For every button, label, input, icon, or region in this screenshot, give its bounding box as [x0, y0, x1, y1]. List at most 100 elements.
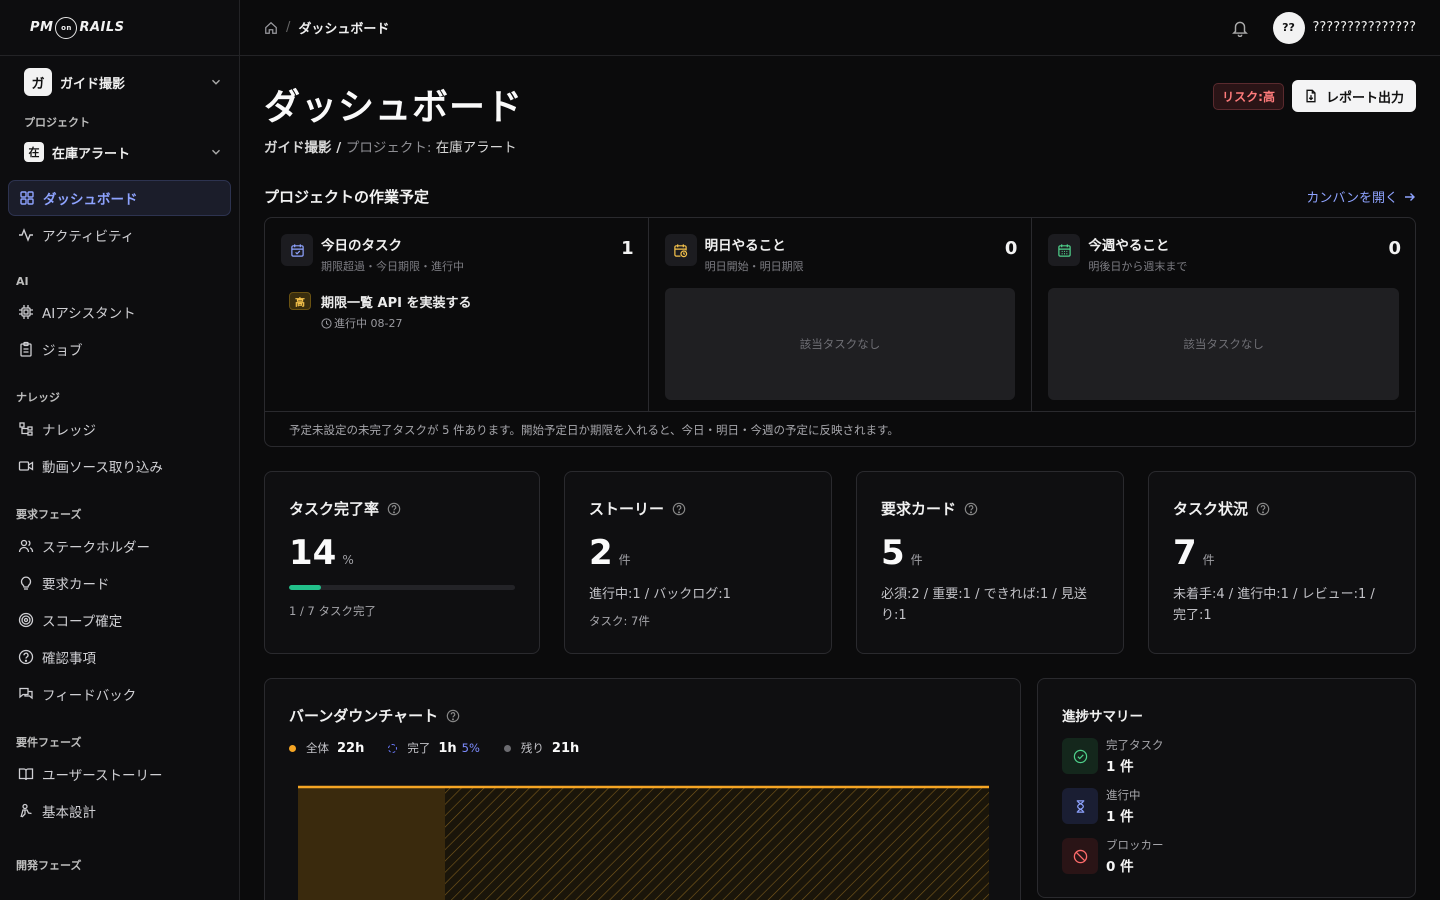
- legend-total-dot: [289, 744, 296, 752]
- completion-progress-bar: [289, 585, 515, 590]
- workspace-avatar: ガ: [24, 68, 52, 96]
- stat-number: 2: [589, 533, 613, 573]
- open-kanban-link[interactable]: カンバンを開く: [1306, 187, 1416, 206]
- summary-label: ブロッカー: [1106, 838, 1164, 852]
- subtitle-project: 在庫アラート: [435, 140, 517, 156]
- ban-icon: [1073, 849, 1087, 863]
- clipboard-icon: [20, 341, 32, 357]
- week-header: 今週やること 明後日から週末まで: [1048, 234, 1399, 274]
- home-icon[interactable]: [264, 21, 278, 35]
- stat-unit: %: [342, 553, 354, 567]
- chevron-down-icon: [212, 79, 220, 85]
- legend-done: 完了 1h 5%: [388, 740, 480, 756]
- legend-total-value: 22h: [337, 740, 365, 756]
- sidebar-item-requirement-cards[interactable]: 要求カード: [8, 565, 231, 601]
- subtitle-workspace: ガイド撮影: [264, 140, 332, 156]
- summary-title: 進捗サマリー: [1062, 709, 1143, 725]
- logo-on-badge: on: [55, 16, 78, 39]
- stat-title: ストーリー: [589, 498, 807, 519]
- task-meta-text: 進行中 08-27: [334, 317, 403, 330]
- sidebar-item-label: 確認事項: [42, 651, 96, 667]
- sidebar-item-basic-design[interactable]: 基本設計: [8, 793, 231, 829]
- user-avatar[interactable]: ??: [1272, 11, 1305, 44]
- tomorrow-empty-state: 該当タスクなし: [664, 288, 1016, 400]
- sidebar-item-scope[interactable]: スコープ確定: [8, 602, 231, 638]
- bell-icon[interactable]: [1231, 19, 1249, 37]
- sidebar-item-label: ステークホルダー: [42, 540, 150, 556]
- project-label: プロジェクト: [24, 116, 90, 129]
- today-header: 今日のタスク 期限超過・今日期限・進行中: [281, 234, 632, 274]
- stats-row: タスク完了率 14 % 1 / 7 タスク完了 ストーリー 2 件 進行中:1 …: [264, 471, 1416, 654]
- sidebar: PM on RAILS ガ ガイド撮影 プロジェクト 在 在庫アラート ダッシュ…: [0, 0, 240, 900]
- sidebar-item-jobs[interactable]: ジョブ: [8, 331, 231, 367]
- summary-label: 完了タスク: [1106, 738, 1164, 752]
- summary-item-in-progress: 進行中 1 件: [1062, 787, 1391, 825]
- burndown-future-area: [445, 787, 989, 900]
- sidebar-item-dashboard[interactable]: ダッシュボード: [8, 180, 231, 216]
- breadcrumb-separator: /: [286, 20, 291, 35]
- summary-done-text: 完了タスク 1 件: [1106, 737, 1164, 775]
- sidebar-item-stakeholders[interactable]: ステークホルダー: [8, 528, 231, 564]
- chat-icon: [19, 687, 33, 700]
- page-title: ダッシュボード: [264, 87, 524, 128]
- sidebar-item-label: ジョブ: [42, 343, 83, 359]
- sidebar-item-questions[interactable]: 確認事項: [8, 639, 231, 675]
- help-icon[interactable]: [446, 709, 460, 723]
- sidebar-item-user-stories[interactable]: ユーザーストーリー: [8, 756, 231, 792]
- stat-title: タスク完了率: [289, 498, 515, 519]
- clock-icon: [321, 317, 332, 329]
- sidebar-item-label: フィードバック: [42, 688, 137, 704]
- stat-card-completion: タスク完了率 14 % 1 / 7 タスク完了: [264, 471, 540, 654]
- stat-value: 7 件: [1173, 533, 1391, 573]
- main-area: / ダッシュボード ?? ??????????????? ダッシュボード ガイド…: [240, 0, 1440, 900]
- task-item[interactable]: 高 期限一覧 API を実装する 進行中 08-27: [289, 292, 632, 331]
- tomorrow-column: 明日やること 明日開始・明日期限 0 該当タスクなし: [647, 218, 1032, 411]
- help-icon[interactable]: [964, 502, 978, 516]
- today-header-text: 今日のタスク 期限超過・今日期限・進行中: [321, 234, 464, 274]
- user-name[interactable]: ???????????????: [1313, 20, 1417, 35]
- help-icon[interactable]: [1256, 502, 1270, 516]
- target-icon: [18, 612, 34, 628]
- stat-card-stories: ストーリー 2 件 進行中:1 / バックログ:1 タスク: 7件: [564, 471, 832, 654]
- sidebar-section-ai: AI: [16, 275, 29, 288]
- help-icon[interactable]: [387, 502, 401, 516]
- page-header: ダッシュボード ガイド撮影 / プロジェクト: 在庫アラート リスク:高 レポー…: [264, 78, 1416, 156]
- sidebar-item-knowledge[interactable]: ナレッジ: [8, 411, 231, 447]
- chip-icon: [19, 305, 33, 319]
- logo-text-left: PM: [30, 20, 54, 35]
- sidebar-item-activity[interactable]: アクティビティ: [8, 217, 231, 253]
- burndown-legend: 全体 22h 完了 1h 5% 残り 21h: [289, 740, 996, 756]
- workspace-selector[interactable]: ガ ガイド撮影: [24, 64, 223, 100]
- project-selector[interactable]: 在 在庫アラート: [24, 134, 223, 170]
- legend-done-pct: 5%: [461, 741, 480, 755]
- sidebar-item-feedback[interactable]: フィードバック: [8, 676, 231, 712]
- sidebar-item-label: 要求カード: [42, 577, 110, 593]
- burndown-title: バーンダウンチャート: [289, 705, 996, 726]
- legend-remain: 残り 21h: [503, 740, 579, 756]
- schedule-columns: 今日のタスク 期限超過・今日期限・進行中 1 高 期限一覧 API を実装する: [265, 218, 1415, 412]
- header-actions: リスク:高 レポート出力: [1213, 80, 1416, 112]
- task-meta: 進行中 08-27: [321, 315, 471, 331]
- summary-label: 進行中: [1106, 788, 1141, 802]
- help-icon[interactable]: [672, 502, 686, 516]
- sidebar-item-label: AIアシスタント: [42, 306, 136, 322]
- calendar-check-icon: [290, 243, 304, 257]
- sidebar-section-specs: 要件フェーズ: [16, 736, 82, 749]
- app-root: PM on RAILS ガ ガイド撮影 プロジェクト 在 在庫アラート ダッシュ…: [0, 0, 1440, 900]
- hourglass-icon: [1076, 799, 1084, 813]
- completion-progress-fill: [289, 585, 321, 590]
- dashboard-content: ダッシュボード ガイド撮影 / プロジェクト: 在庫アラート リスク:高 レポー…: [240, 56, 1440, 900]
- breadcrumb-current: ダッシュボード: [298, 22, 390, 37]
- breadcrumb: / ダッシュボード: [264, 18, 389, 37]
- file-icon: [1306, 89, 1316, 103]
- stat-number: 5: [881, 533, 905, 573]
- stat-title: 要求カード: [881, 498, 1099, 519]
- burndown-title-text: バーンダウンチャート: [289, 707, 439, 725]
- sidebar-section-knowledge: ナレッジ: [16, 391, 60, 404]
- app-logo[interactable]: PM on RAILS: [0, 0, 239, 56]
- sidebar-item-video-import[interactable]: 動画ソース取り込み: [8, 448, 231, 484]
- tomorrow-header: 明日やること 明日開始・明日期限: [664, 234, 1016, 274]
- sidebar-item-ai-assistant[interactable]: AIアシスタント: [8, 294, 231, 330]
- report-export-button[interactable]: レポート出力: [1291, 80, 1416, 112]
- sidebar-item-label: 基本設計: [42, 805, 96, 821]
